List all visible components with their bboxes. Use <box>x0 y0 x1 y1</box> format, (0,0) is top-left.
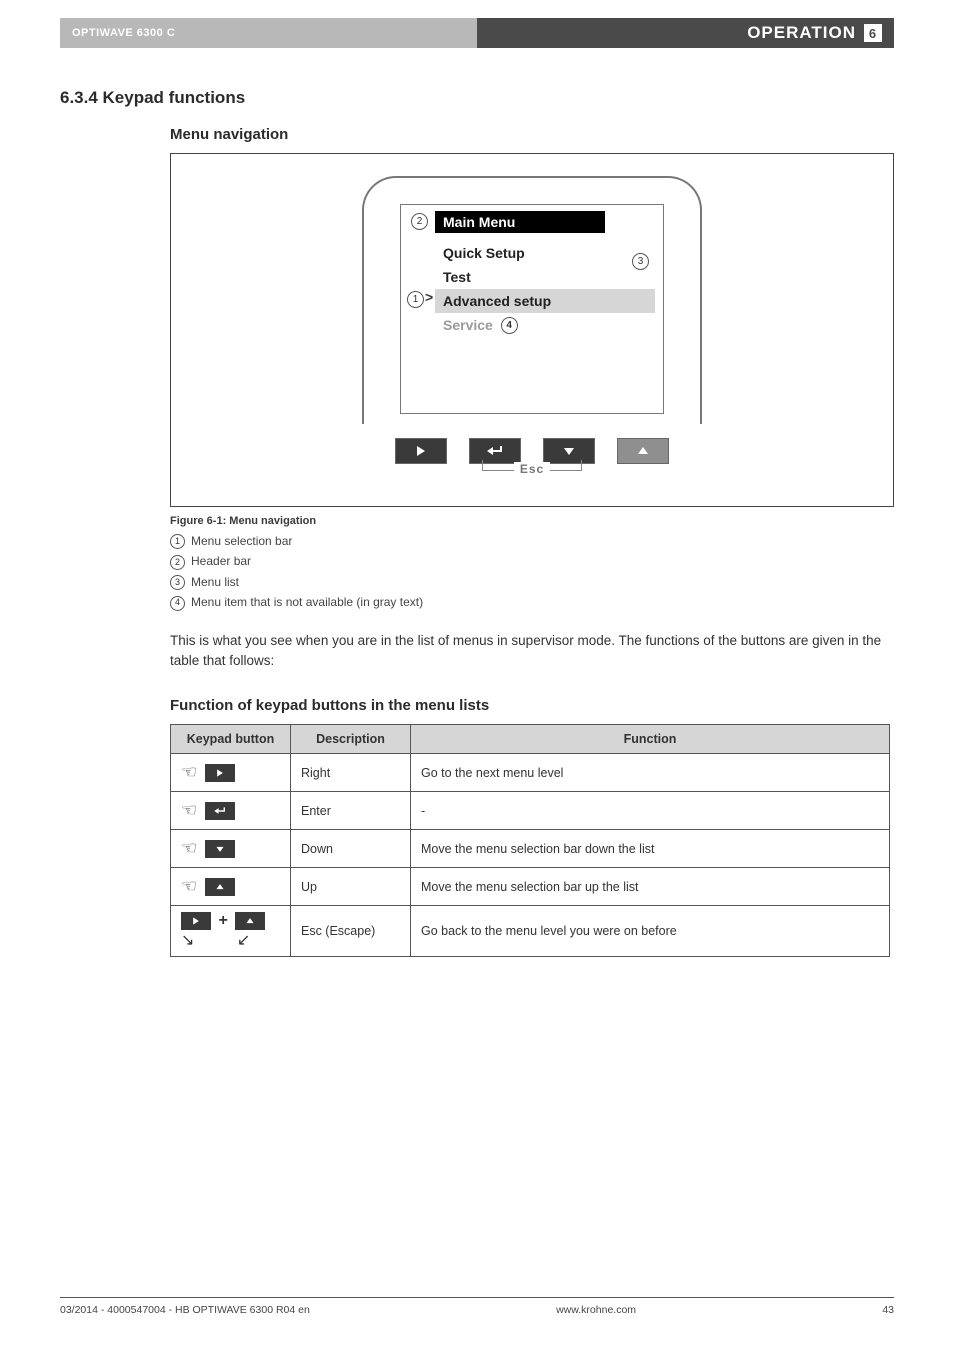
enter-key-icon <box>205 802 235 820</box>
cell-desc: Enter <box>291 792 411 830</box>
hand-icon: ☞ <box>181 762 197 783</box>
cell-desc: Down <box>291 830 411 868</box>
section-title: 6.3.4 Keypad functions <box>60 88 894 108</box>
table-row: + ↘ ↘ Esc (Escape) Go back to the menu l… <box>171 906 890 957</box>
tap-icon: ↘ <box>181 930 194 950</box>
col-desc: Description <box>291 725 411 754</box>
menu-list: Quick Setup Test Advanced setup Service … <box>435 241 655 337</box>
table-row: ☞ Right Go to the next menu level <box>171 754 890 792</box>
callout-3: 3 <box>632 253 649 270</box>
keypad-function-table: Keypad button Description Function ☞ Rig… <box>170 724 890 957</box>
legend-item: 4Menu item that is not available (in gra… <box>170 592 894 612</box>
cell-key: ☞ <box>171 868 291 906</box>
legend-item: 1Menu selection bar <box>170 531 894 551</box>
footer-center: www.krohne.com <box>556 1304 636 1316</box>
cell-desc: Up <box>291 868 411 906</box>
right-key-icon <box>205 764 235 782</box>
menu-header: Main Menu <box>435 211 605 233</box>
callout-2: 2 <box>411 213 428 230</box>
right-key-icon <box>181 912 211 930</box>
cell-func: Go back to the menu level you were on be… <box>411 906 890 957</box>
figure-caption: Figure 6-1: Menu navigation <box>170 515 894 527</box>
up-key-icon <box>235 912 265 930</box>
esc-label: Esc <box>514 462 550 476</box>
callout-1: 1 <box>407 291 424 308</box>
cell-key: ☞ <box>171 792 291 830</box>
table-row: ☞ Enter - <box>171 792 890 830</box>
hand-icon: ☞ <box>181 876 197 897</box>
callout-4: 4 <box>501 317 518 334</box>
col-keypad: Keypad button <box>171 725 291 754</box>
table-row: ☞ Up Move the menu selection bar up the … <box>171 868 890 906</box>
section-number-chip: 6 <box>864 24 882 42</box>
table-header-row: Keypad button Description Function <box>171 725 890 754</box>
figure: 2 Main Menu 3 1 > Quick Setup Test Advan… <box>170 153 894 507</box>
cell-func: - <box>411 792 890 830</box>
cell-key: ☞ <box>171 830 291 868</box>
table-title: Function of keypad buttons in the menu l… <box>170 697 894 714</box>
menu-item-selected: Advanced setup <box>435 289 655 313</box>
footer-right: 43 <box>882 1304 894 1316</box>
cell-key: + ↘ ↘ <box>171 906 291 957</box>
hand-icon: ☞ <box>181 838 197 859</box>
menu-item: Quick Setup <box>435 241 655 265</box>
page-header: OPTIWAVE 6300 C OPERATION 6 <box>60 18 894 48</box>
hand-icon: ☞ <box>181 800 197 821</box>
cell-key: ☞ <box>171 754 291 792</box>
cell-func: Move the menu selection bar up the list <box>411 868 890 906</box>
legend-item: 2Header bar <box>170 551 894 571</box>
footer-left: 03/2014 - 4000547004 - HB OPTIWAVE 6300 … <box>60 1304 310 1316</box>
menu-item-disabled: Service 4 <box>435 313 655 337</box>
cell-func: Move the menu selection bar down the lis… <box>411 830 890 868</box>
section-label: OPERATION <box>747 23 856 43</box>
menu-item: Test <box>435 265 655 289</box>
plus-icon: + <box>218 912 227 930</box>
menu-item-label: Service <box>443 317 493 333</box>
product-name: OPTIWAVE 6300 C <box>60 18 477 48</box>
selector-prefix: > <box>425 289 433 305</box>
down-key-icon <box>205 840 235 858</box>
page-footer: 03/2014 - 4000547004 - HB OPTIWAVE 6300 … <box>60 1297 894 1316</box>
table-row: ☞ Down Move the menu selection bar down … <box>171 830 890 868</box>
cell-desc: Right <box>291 754 411 792</box>
figure-legend: 1Menu selection bar 2Header bar 3Menu li… <box>170 531 894 613</box>
esc-bracket: Esc <box>362 460 702 488</box>
device-screen: 2 Main Menu 3 1 > Quick Setup Test Advan… <box>400 204 664 414</box>
figure-title: Menu navigation <box>170 126 894 143</box>
up-key-icon <box>205 878 235 896</box>
cell-desc: Esc (Escape) <box>291 906 411 957</box>
legend-item: 3Menu list <box>170 572 894 592</box>
body-paragraph: This is what you see when you are in the… <box>170 631 894 672</box>
tap-icon: ↘ <box>237 930 250 950</box>
device-bezel: 2 Main Menu 3 1 > Quick Setup Test Advan… <box>362 176 702 424</box>
cell-func: Go to the next menu level <box>411 754 890 792</box>
section-banner: OPERATION 6 <box>477 18 894 48</box>
col-func: Function <box>411 725 890 754</box>
